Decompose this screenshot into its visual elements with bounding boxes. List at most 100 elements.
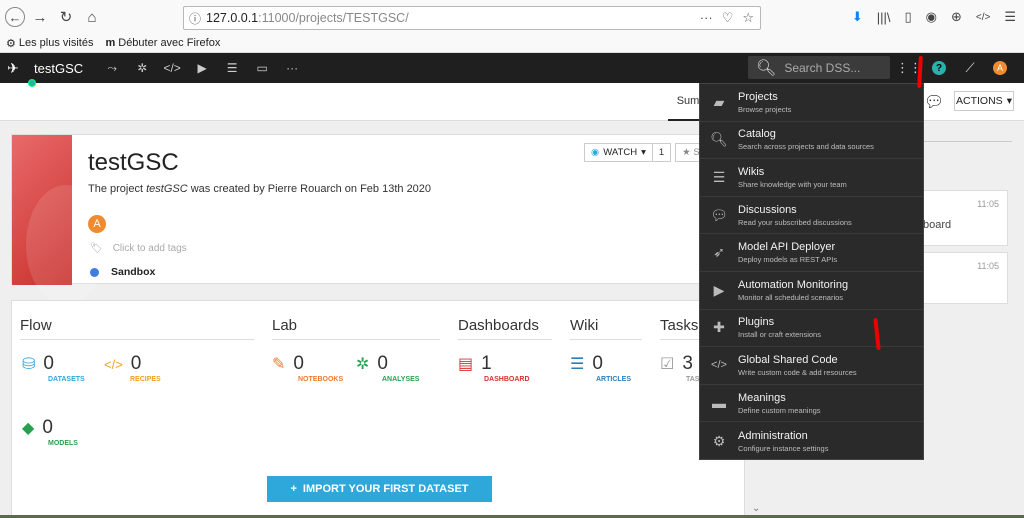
project-banner bbox=[12, 135, 106, 305]
puzzle-icon: ✚ bbox=[713, 319, 725, 336]
bookmark-getting-started[interactable]: m Débuter avec Firefox bbox=[105, 37, 220, 49]
code-icon[interactable]: </> bbox=[157, 61, 187, 75]
lab-icon[interactable]: ✲ bbox=[127, 61, 157, 75]
rocket-icon: ➶ bbox=[713, 244, 725, 261]
info-icon[interactable]: ⓘ bbox=[184, 10, 206, 27]
chevron-down-icon[interactable]: ⌄ bbox=[752, 503, 760, 514]
plus-icon: + bbox=[290, 483, 297, 495]
wiki-icon[interactable]: ☰ bbox=[217, 61, 247, 75]
flow-icon[interactable]: ⤳ bbox=[97, 61, 127, 76]
menu-item-automation[interactable]: ▶ Automation Monitoring Monitor all schedu… bbox=[700, 272, 923, 310]
tag-icon: ▬ bbox=[712, 395, 726, 412]
jobs-play-icon[interactable]: ▶ bbox=[187, 61, 217, 75]
user-avatar[interactable]: A bbox=[991, 53, 1009, 83]
project-header-card: testGSC The project testGSC was created … bbox=[11, 134, 745, 305]
wiki-icon: ☰ bbox=[570, 356, 585, 373]
checkbox-icon: ☑ bbox=[660, 356, 675, 373]
notebooks-stat[interactable]: ✎ 0 NOTEBOOKS bbox=[272, 353, 343, 383]
search-input[interactable]: 🔍︎ Search DSS... bbox=[748, 56, 890, 79]
browser-toolbar: ← → ↻ ⌂ ⓘ 127.0.0.1:11000/projects/TESTG… bbox=[0, 0, 1024, 34]
datasets-stat[interactable]: ⛁ 0 DATASETS bbox=[22, 353, 85, 383]
menu-item-meanings[interactable]: ▬ Meanings Define custom meanings bbox=[700, 385, 923, 423]
menu-item-projects[interactable]: ▰ Projects Browse projects bbox=[700, 84, 923, 122]
watch-button[interactable]: ◉ WATCH ▾ bbox=[584, 143, 653, 162]
menu-item-catalog[interactable]: 🔍︎ Catalog Search across projects and data… bbox=[700, 122, 923, 160]
library-icon[interactable]: |||\ bbox=[877, 10, 891, 25]
actions-button[interactable]: ACTIONS ▾ bbox=[954, 91, 1014, 111]
bookmark-star-icon[interactable]: ☆ bbox=[742, 10, 754, 26]
bookmark-most-visited[interactable]: ⚙ Les plus visités bbox=[6, 37, 93, 50]
project-summary-card: Flow Lab Dashboards Wiki Tasks ⛁ 0 DATASE… bbox=[11, 300, 745, 518]
search-icon: 🔍︎ bbox=[710, 131, 728, 148]
tasks-stat[interactable]: ☑ 3 TAS bbox=[660, 353, 699, 383]
wiki-icon: ☰ bbox=[712, 168, 726, 185]
page-title: testGSC bbox=[88, 149, 179, 176]
dss-logo-icon[interactable]: ✈ bbox=[2, 53, 24, 83]
analysis-icon: ✲ bbox=[356, 356, 370, 373]
dashboard-stat[interactable]: ▤ 1 DASHBOARD bbox=[458, 353, 530, 383]
account-icon[interactable]: ◉ bbox=[926, 9, 937, 25]
home-button[interactable]: ⌂ bbox=[81, 6, 103, 28]
folder-icon: ▰ bbox=[713, 93, 725, 110]
gear-icon: ⚙ bbox=[712, 432, 726, 449]
flow-title: Flow bbox=[20, 317, 254, 340]
dashboard-icon[interactable]: ▭ bbox=[247, 61, 277, 75]
code-icon: </> bbox=[711, 359, 727, 372]
globe-icon[interactable]: ⊕ bbox=[951, 9, 962, 25]
dashboards-title: Dashboards bbox=[458, 317, 552, 340]
dashboards-section: Dashboards bbox=[458, 317, 552, 340]
flow-section: Flow bbox=[20, 317, 254, 340]
pocket-icon[interactable]: ♡ bbox=[722, 10, 734, 26]
more-icon[interactable]: ··· bbox=[700, 10, 713, 26]
owner-avatar[interactable]: A bbox=[88, 215, 106, 233]
help-icon: ? bbox=[932, 61, 946, 75]
download-icon[interactable]: ⬇ bbox=[852, 9, 863, 25]
menu-item-administration[interactable]: ⚙ Administration Configure instance settin… bbox=[700, 422, 923, 460]
project-description: The project testGSC was created by Pierr… bbox=[88, 183, 432, 195]
caret-down-icon: ▾ bbox=[641, 147, 646, 158]
back-button[interactable]: ← bbox=[5, 7, 25, 27]
firefox-icon: m bbox=[105, 37, 116, 49]
notification-dot bbox=[28, 79, 36, 87]
gear-icon: ⚙ bbox=[6, 37, 16, 50]
wiki-section: Wiki bbox=[570, 317, 642, 340]
menu-item-wikis[interactable]: ☰ Wikis Share knowledge with your team bbox=[700, 159, 923, 197]
watch-count: 1 bbox=[652, 143, 672, 162]
more-icon[interactable]: ··· bbox=[277, 61, 307, 75]
lab-title: Lab bbox=[272, 317, 440, 340]
project-name[interactable]: testGSC bbox=[34, 61, 83, 76]
watch-group: ◉ WATCH ▾ 1 ★ S bbox=[584, 143, 707, 162]
play-icon: ▶ bbox=[713, 281, 725, 298]
menu-item-api-deployer[interactable]: ➶ Model API Deployer Deploy models as REST… bbox=[700, 234, 923, 272]
sidebar-icon[interactable]: ▯ bbox=[904, 9, 911, 25]
models-stat[interactable]: ◆ 0 MODELS bbox=[22, 417, 78, 447]
import-dataset-button[interactable]: + IMPORT YOUR FIRST DATASET bbox=[267, 476, 492, 502]
wiki-title: Wiki bbox=[570, 317, 642, 340]
status-badge[interactable]: Sandbox bbox=[90, 266, 155, 278]
tags-field[interactable]: 🏷︎ Click to add tags bbox=[90, 243, 187, 254]
help-button[interactable]: ? bbox=[930, 53, 948, 83]
url-text: 127.0.0.1:11000/projects/TESTGSC/ bbox=[206, 11, 409, 25]
menu-item-shared-code[interactable]: </> Global Shared Code Write custom code &… bbox=[700, 347, 923, 385]
caret-down-icon: ▾ bbox=[1006, 95, 1012, 107]
bookmarks-bar: ⚙ Les plus visités m Débuter avec Firefox bbox=[0, 34, 1024, 53]
menu-item-plugins[interactable]: ✚ Plugins Install or craft extensions bbox=[700, 310, 923, 348]
code-ext-icon[interactable]: </> bbox=[976, 12, 990, 23]
avatar: A bbox=[993, 61, 1007, 75]
forward-button[interactable]: → bbox=[29, 6, 51, 28]
articles-stat[interactable]: ☰ 0 ARTICLES bbox=[570, 353, 631, 383]
reload-button[interactable]: ↻ bbox=[55, 6, 77, 28]
dashboard-icon: ▤ bbox=[458, 356, 474, 373]
url-bar[interactable]: ⓘ 127.0.0.1:11000/projects/TESTGSC/ ··· … bbox=[183, 6, 761, 30]
lab-section: Lab bbox=[272, 317, 440, 340]
analyses-stat[interactable]: ✲ 0 ANALYSES bbox=[356, 353, 419, 383]
trend-icon[interactable]: ⟋ bbox=[960, 53, 980, 83]
star-icon: ★ bbox=[682, 147, 691, 158]
discussions-icon[interactable]: 💬︎ bbox=[924, 92, 944, 112]
recipes-stat[interactable]: </> 0 RECIPES bbox=[104, 353, 161, 383]
status-dot bbox=[90, 267, 99, 277]
menu-item-discussions[interactable]: 💬︎ Discussions Read your subscribed discus… bbox=[700, 197, 923, 235]
search-icon: 🔍︎ bbox=[756, 59, 777, 77]
menu-icon[interactable]: ☰ bbox=[1004, 9, 1016, 25]
model-diamond-icon: ◆ bbox=[22, 420, 35, 437]
